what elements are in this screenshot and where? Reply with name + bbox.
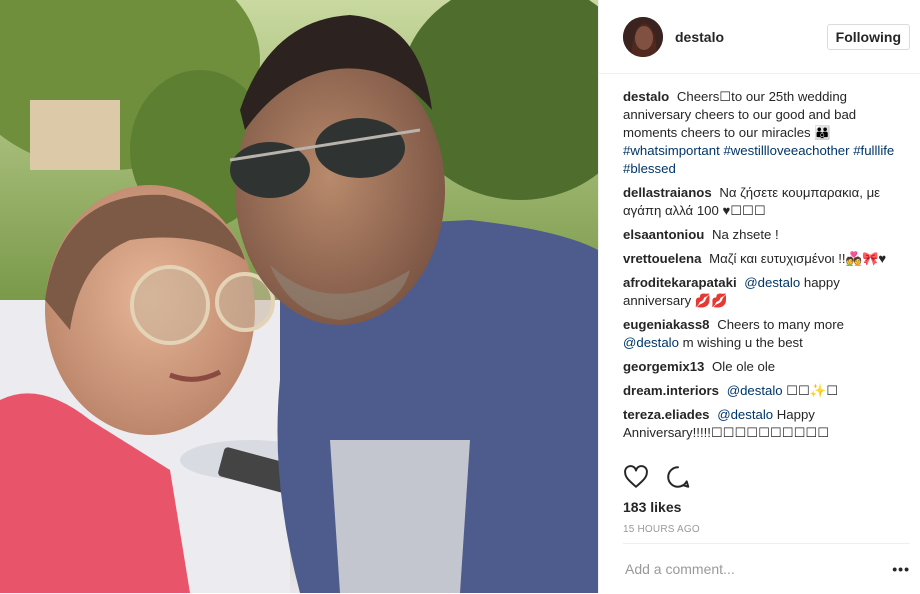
- comment-username[interactable]: eugeniakass8: [623, 317, 710, 332]
- instagram-post: destalo Following destalo Cheers☐to our …: [0, 0, 920, 593]
- following-button[interactable]: Following: [826, 23, 910, 50]
- header-username[interactable]: destalo: [675, 29, 724, 45]
- comment: afroditekarapataki @destalo happy annive…: [623, 274, 896, 310]
- post-actions: [623, 464, 691, 490]
- add-comment-bar: •••: [623, 543, 910, 594]
- comment-text: Ole ole ole: [712, 359, 776, 374]
- hashtag-link[interactable]: #westillloveeachother: [723, 143, 849, 158]
- mention-link[interactable]: @destalo: [744, 275, 800, 290]
- comment-input[interactable]: [623, 560, 886, 578]
- hashtag-link[interactable]: #whatsimportant: [623, 143, 720, 158]
- mention-link[interactable]: @destalo: [717, 407, 773, 422]
- heart-icon[interactable]: [623, 464, 649, 490]
- hashtag-link[interactable]: #fulllife: [853, 143, 894, 158]
- comment: dream.interiors @destalo ☐☐✨☐: [623, 382, 896, 400]
- likes-count[interactable]: 183 likes: [623, 499, 681, 515]
- selfie-image: [0, 0, 598, 593]
- comment-icon[interactable]: [665, 464, 691, 490]
- mention-link[interactable]: @destalo: [727, 383, 783, 398]
- comment: elsaantoniou Na zhsete !: [623, 226, 896, 244]
- comment: dellastraianos Να ζήσετε κουμπαρακια, με…: [623, 184, 896, 220]
- comment-text: Μαζί και ευτυχισμένοι !!💑🎀♥: [709, 251, 887, 266]
- comment: vrettouelena Μαζί και ευτυχισμένοι !!💑🎀♥: [623, 250, 896, 268]
- comment-text: Na zhsete !: [712, 227, 779, 242]
- comment: tereza.eliades @destalo Happy Anniversar…: [623, 406, 896, 442]
- comments-list[interactable]: destalo Cheers☐to our 25th wedding anniv…: [599, 88, 920, 454]
- avatar[interactable]: [623, 16, 663, 57]
- more-options-icon[interactable]: •••: [886, 561, 910, 577]
- post-photo[interactable]: [0, 0, 598, 593]
- comment-username[interactable]: vrettouelena: [623, 251, 701, 266]
- comment-text: Cheers to many more: [717, 317, 844, 332]
- comment-text: ☐☐✨☐: [786, 383, 839, 398]
- comment-username[interactable]: afroditekarapataki: [623, 275, 737, 290]
- comment-text: m wishing u the best: [682, 335, 803, 350]
- mention-link[interactable]: @destalo: [623, 335, 679, 350]
- hashtag-link[interactable]: #blessed: [623, 161, 676, 176]
- comment-username[interactable]: georgemix13: [623, 359, 704, 374]
- post-details-panel: destalo Following destalo Cheers☐to our …: [598, 0, 920, 593]
- caption: destalo Cheers☐to our 25th wedding anniv…: [623, 88, 896, 178]
- comment: eugeniakass8 Cheers to many more @destal…: [623, 316, 896, 352]
- caption-username[interactable]: destalo: [623, 89, 669, 104]
- comment-username[interactable]: tereza.eliades: [623, 407, 710, 422]
- comment-username[interactable]: dellastraianos: [623, 185, 712, 200]
- post-timestamp[interactable]: 15 HOURS AGO: [623, 524, 700, 535]
- avatar-image: [623, 16, 663, 57]
- comment-username[interactable]: elsaantoniou: [623, 227, 704, 242]
- comment: georgemix13 Ole ole ole: [623, 358, 896, 376]
- comment-username[interactable]: dream.interiors: [623, 383, 719, 398]
- post-header: destalo Following: [599, 0, 920, 74]
